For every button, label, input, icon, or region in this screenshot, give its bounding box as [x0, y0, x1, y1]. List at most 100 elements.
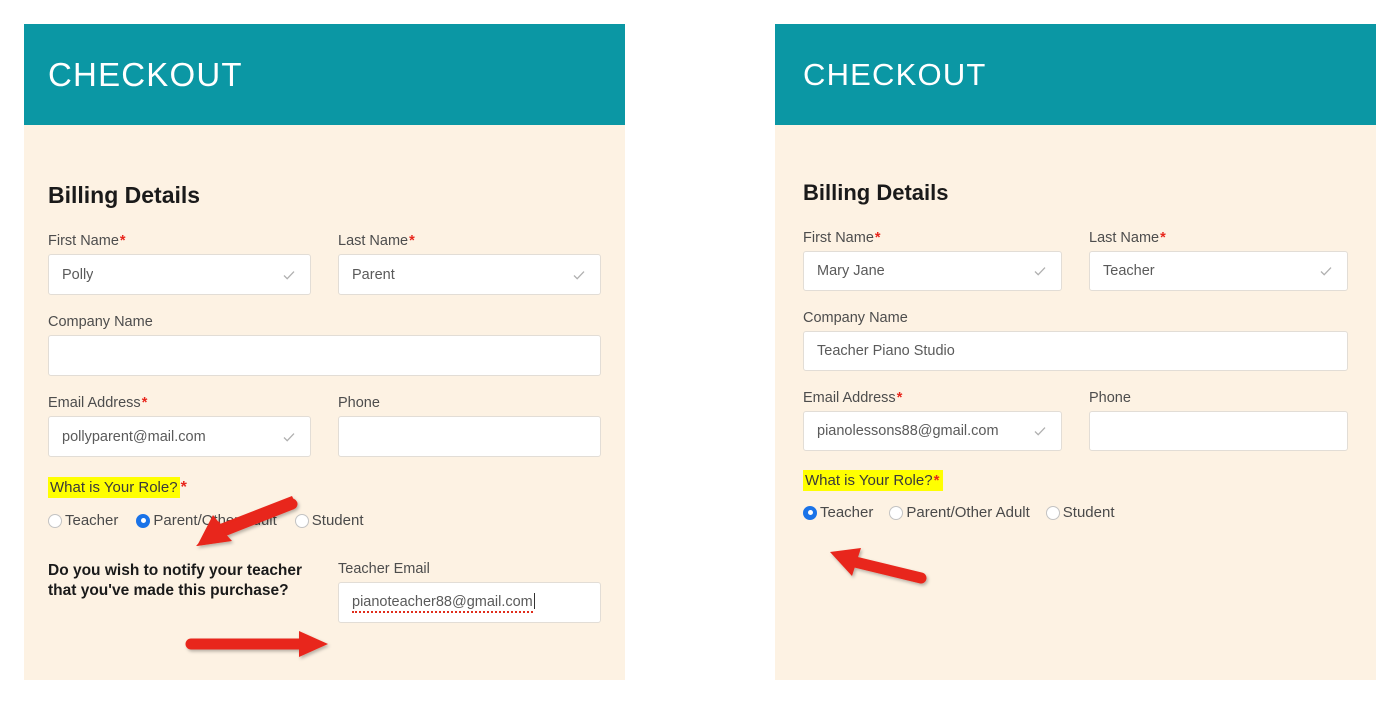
company-row: Company Name Teacher Piano Studio [803, 310, 1348, 371]
checkmark-icon [1033, 424, 1047, 438]
first-name-label: First Name* [48, 233, 311, 249]
last-name-label-text: Last Name [338, 233, 409, 249]
billing-form-right: Billing Details First Name* Mary Jane La… [775, 180, 1376, 521]
billing-form-left: Billing Details First Name* Polly Last N… [24, 182, 625, 623]
checkout-header-left: CHECKOUT [24, 24, 625, 125]
first-name-field-group: First Name* Polly [48, 233, 311, 295]
first-name-label-text: First Name [48, 233, 119, 249]
radio-option-student[interactable]: Student [1045, 504, 1115, 521]
last-name-label: Last Name* [338, 233, 601, 249]
teacher-email-input[interactable]: pianoteacher88@gmail.com [338, 582, 601, 623]
required-asterisk: * [141, 395, 148, 411]
email-address-input[interactable]: pollyparent@mail.com [48, 416, 311, 457]
phone-input[interactable] [1089, 411, 1348, 451]
text-cursor [533, 592, 535, 609]
email-address-value: pianolessons88@gmail.com [817, 423, 999, 439]
radio-option-student[interactable]: Student [294, 512, 364, 529]
radio-label-parent-other-adult: Parent/Other Adult [153, 512, 277, 529]
first-name-input[interactable]: Polly [48, 254, 311, 295]
radio-option-parent-other-adult[interactable]: Parent/Other Adult [136, 512, 277, 529]
required-asterisk: * [896, 390, 903, 406]
section-title-billing-details: Billing Details [803, 180, 949, 205]
checkmark-icon [282, 268, 296, 282]
phone-field-group: Phone [338, 395, 601, 457]
role-question-wrap: What is Your Role?* [803, 470, 1348, 491]
radio-icon-selected[interactable] [136, 513, 151, 528]
last-name-label-text: Last Name [1089, 230, 1160, 246]
page-title: CHECKOUT [803, 56, 987, 92]
required-asterisk: * [409, 233, 415, 249]
company-field-group: Company Name [48, 314, 601, 376]
radio-icon-selected[interactable] [803, 505, 817, 520]
email-address-label-text: Email Address [48, 395, 141, 411]
first-name-value: Mary Jane [817, 263, 885, 279]
company-row: Company Name [48, 314, 601, 376]
teacher-email-label: Teacher Email [338, 561, 430, 577]
checkmark-icon [572, 268, 586, 282]
email-phone-row: Email Address* pianolessons88@gmail.com … [803, 390, 1348, 451]
phone-field-group: Phone [1089, 390, 1348, 451]
company-field-group: Company Name Teacher Piano Studio [803, 310, 1348, 371]
notify-teacher-block: Do you wish to notify your teacher that … [48, 561, 601, 623]
radio-icon[interactable] [48, 513, 62, 528]
required-asterisk: * [119, 233, 126, 249]
company-name-input[interactable]: Teacher Piano Studio [803, 331, 1348, 371]
first-name-value: Polly [62, 266, 94, 283]
first-name-input[interactable]: Mary Jane [803, 251, 1062, 291]
radio-option-parent-other-adult[interactable]: Parent/Other Adult [889, 504, 1030, 521]
checkmark-icon [1319, 264, 1333, 278]
notify-teacher-question: Do you wish to notify your teacher that … [48, 562, 303, 600]
first-name-field-group: First Name* Mary Jane [803, 230, 1062, 291]
phone-input[interactable] [338, 416, 601, 457]
checkout-header-right: CHECKOUT [775, 24, 1376, 125]
email-address-label-text: Email Address [803, 390, 896, 406]
radio-option-teacher[interactable]: Teacher [48, 512, 118, 529]
last-name-input[interactable]: Parent [338, 254, 601, 295]
email-field-group: Email Address* pianolessons88@gmail.com [803, 390, 1062, 451]
page-title: CHECKOUT [48, 55, 243, 93]
name-row: First Name* Mary Jane Last Name* Teacher [803, 230, 1348, 291]
email-phone-row: Email Address* pollyparent@mail.com Phon… [48, 395, 601, 457]
company-name-value: Teacher Piano Studio [817, 343, 955, 359]
last-name-value: Teacher [1103, 263, 1155, 279]
name-row: First Name* Polly Last Name* Parent [48, 233, 601, 295]
radio-label-student: Student [311, 512, 364, 529]
email-address-value: pollyparent@mail.com [62, 428, 206, 445]
company-name-input[interactable] [48, 335, 601, 376]
checkout-panel-right: CHECKOUT Billing Details First Name* Mar… [775, 24, 1376, 680]
first-name-label: First Name* [803, 230, 1062, 246]
email-address-input[interactable]: pianolessons88@gmail.com [803, 411, 1062, 451]
role-question-label-wrap: What is Your Role?* [803, 470, 944, 491]
phone-label: Phone [1089, 390, 1131, 406]
last-name-field-group: Last Name* Teacher [1089, 230, 1348, 291]
last-name-value: Parent [352, 266, 395, 283]
company-name-label: Company Name [48, 314, 153, 330]
role-question-label: What is Your Role? [48, 477, 180, 498]
email-field-group: Email Address* pollyparent@mail.com [48, 395, 311, 457]
company-name-label: Company Name [803, 310, 908, 326]
last-name-label: Last Name* [1089, 230, 1348, 246]
radio-label-teacher: Teacher [65, 512, 119, 529]
phone-label: Phone [338, 395, 380, 411]
radio-label-teacher: Teacher [820, 504, 874, 521]
radio-icon[interactable] [294, 513, 309, 528]
role-radio-group: Teacher Parent/Other Adult Student [803, 504, 1348, 521]
checkmark-icon [282, 430, 296, 444]
radio-label-parent-other-adult: Parent/Other Adult [906, 504, 1030, 521]
role-question-label: What is Your Role? [805, 472, 933, 489]
email-address-label: Email Address* [48, 395, 311, 411]
checkout-panel-left: CHECKOUT Billing Details First Name* Pol… [24, 24, 625, 680]
email-address-label: Email Address* [803, 390, 1062, 406]
last-name-field-group: Last Name* Parent [338, 233, 601, 295]
radio-icon[interactable] [1045, 505, 1060, 520]
last-name-input[interactable]: Teacher [1089, 251, 1348, 291]
radio-option-teacher[interactable]: Teacher [803, 504, 873, 521]
required-asterisk: * [874, 230, 881, 246]
required-asterisk: * [180, 479, 187, 496]
role-radio-group: Teacher Parent/Other Adult Student [48, 512, 601, 529]
first-name-label-text: First Name [803, 230, 874, 246]
required-asterisk: * [933, 472, 940, 489]
teacher-email-field-group: Teacher Email pianoteacher88@gmail.com [338, 561, 601, 623]
teacher-email-value: pianoteacher88@gmail.com [352, 594, 533, 613]
radio-icon[interactable] [889, 505, 904, 520]
